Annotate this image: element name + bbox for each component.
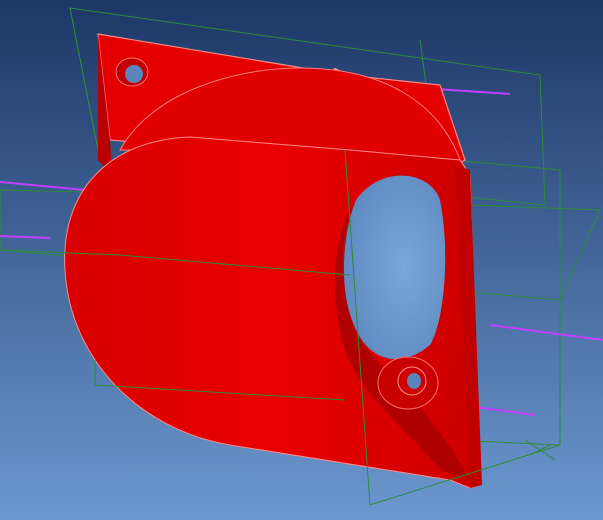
top-left-hole-bore [125, 65, 143, 83]
3d-viewport[interactable] [0, 0, 603, 520]
bottom-right-hole-bore [407, 373, 421, 389]
cad-scene[interactable] [0, 0, 603, 520]
